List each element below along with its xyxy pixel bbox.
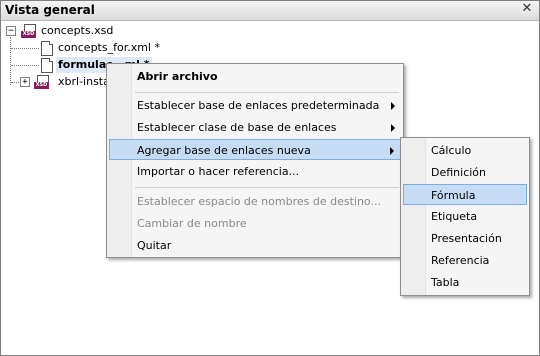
submenu-item-referencia[interactable]: Referencia [403, 250, 527, 271]
linkbase-type-submenu: Cálculo Definición Fórmula Etiqueta Pres… [400, 137, 530, 296]
menu-item-set-default-linkbase[interactable]: Establecer base de enlaces predeterminad… [109, 95, 401, 116]
tree-item-label: concepts.xsd [41, 24, 114, 37]
document-icon [41, 41, 53, 56]
menu-item-label: Agregar base de enlaces nueva [137, 144, 311, 157]
menu-item-rename: Cambiar de nombre [109, 213, 401, 234]
menu-item-label: Referencia [431, 254, 490, 267]
menu-item-label: Abrir archivo [137, 70, 218, 83]
submenu-item-presentacion[interactable]: Presentación [403, 228, 527, 249]
menu-item-label: Establecer base de enlaces predeterminad… [137, 99, 380, 112]
menu-separator [135, 92, 399, 93]
menu-item-label: Quitar [137, 239, 172, 252]
menu-item-set-linkbase-class[interactable]: Establecer clase de base de enlaces [109, 117, 401, 138]
menu-item-label: Cambiar de nombre [137, 217, 247, 230]
panel-titlebar: Vista general ✕ [1, 1, 539, 21]
submenu-arrow-icon [391, 124, 395, 132]
menu-item-label: Establecer espacio de nombres de destino… [137, 195, 381, 208]
tree-item-label: concepts_for.xml * [58, 41, 160, 54]
menu-item-label: Establecer clase de base de enlaces [137, 121, 337, 134]
menu-item-add-new-linkbase[interactable]: Agregar base de enlaces nueva [109, 139, 401, 160]
menu-item-set-target-namespace: Establecer espacio de nombres de destino… [109, 191, 401, 212]
submenu-arrow-icon [390, 147, 394, 155]
tree-connector [11, 48, 39, 49]
submenu-item-definicion[interactable]: Definición [403, 162, 527, 183]
collapse-toggle-icon[interactable]: − [6, 26, 16, 36]
menu-item-remove[interactable]: Quitar [109, 235, 401, 256]
submenu-arrow-icon [391, 102, 395, 110]
submenu-item-etiqueta[interactable]: Etiqueta [403, 206, 527, 227]
tree-item-concepts-for[interactable]: concepts_for.xml * [39, 40, 239, 56]
context-menu: Abrir archivo Establecer base de enlaces… [106, 63, 404, 258]
xsd-file-icon: XSD [34, 75, 49, 89]
menu-item-label: Cálculo [431, 144, 472, 157]
panel-title: Vista general [5, 3, 95, 17]
menu-item-label: Importar o hacer referencia... [137, 165, 300, 178]
menu-separator [135, 187, 399, 188]
document-icon [41, 58, 53, 73]
menu-item-import-or-reference[interactable]: Importar o hacer referencia... [109, 161, 401, 182]
menu-item-label: Tabla [431, 276, 460, 289]
menu-item-label: Definición [431, 166, 486, 179]
tree-item-root[interactable]: − XSD concepts.xsd [5, 23, 205, 39]
submenu-item-tabla[interactable]: Tabla [403, 272, 527, 293]
menu-item-label: Etiqueta [431, 210, 478, 223]
menu-item-open-file[interactable]: Abrir archivo [109, 66, 401, 87]
menu-item-label: Fórmula [431, 189, 476, 202]
expand-toggle-icon[interactable]: + [20, 77, 30, 87]
close-icon[interactable]: ✕ [520, 2, 534, 16]
submenu-item-formula[interactable]: Fórmula [403, 184, 527, 205]
tree-connector [11, 65, 39, 66]
tree-item-xbrl-instance[interactable]: + XSD xbrl-instan [19, 74, 119, 90]
menu-item-label: Presentación [431, 232, 502, 245]
submenu-item-calculo[interactable]: Cálculo [403, 140, 527, 161]
xsd-file-icon: XSD [21, 24, 36, 38]
tree-connector [10, 37, 11, 85]
